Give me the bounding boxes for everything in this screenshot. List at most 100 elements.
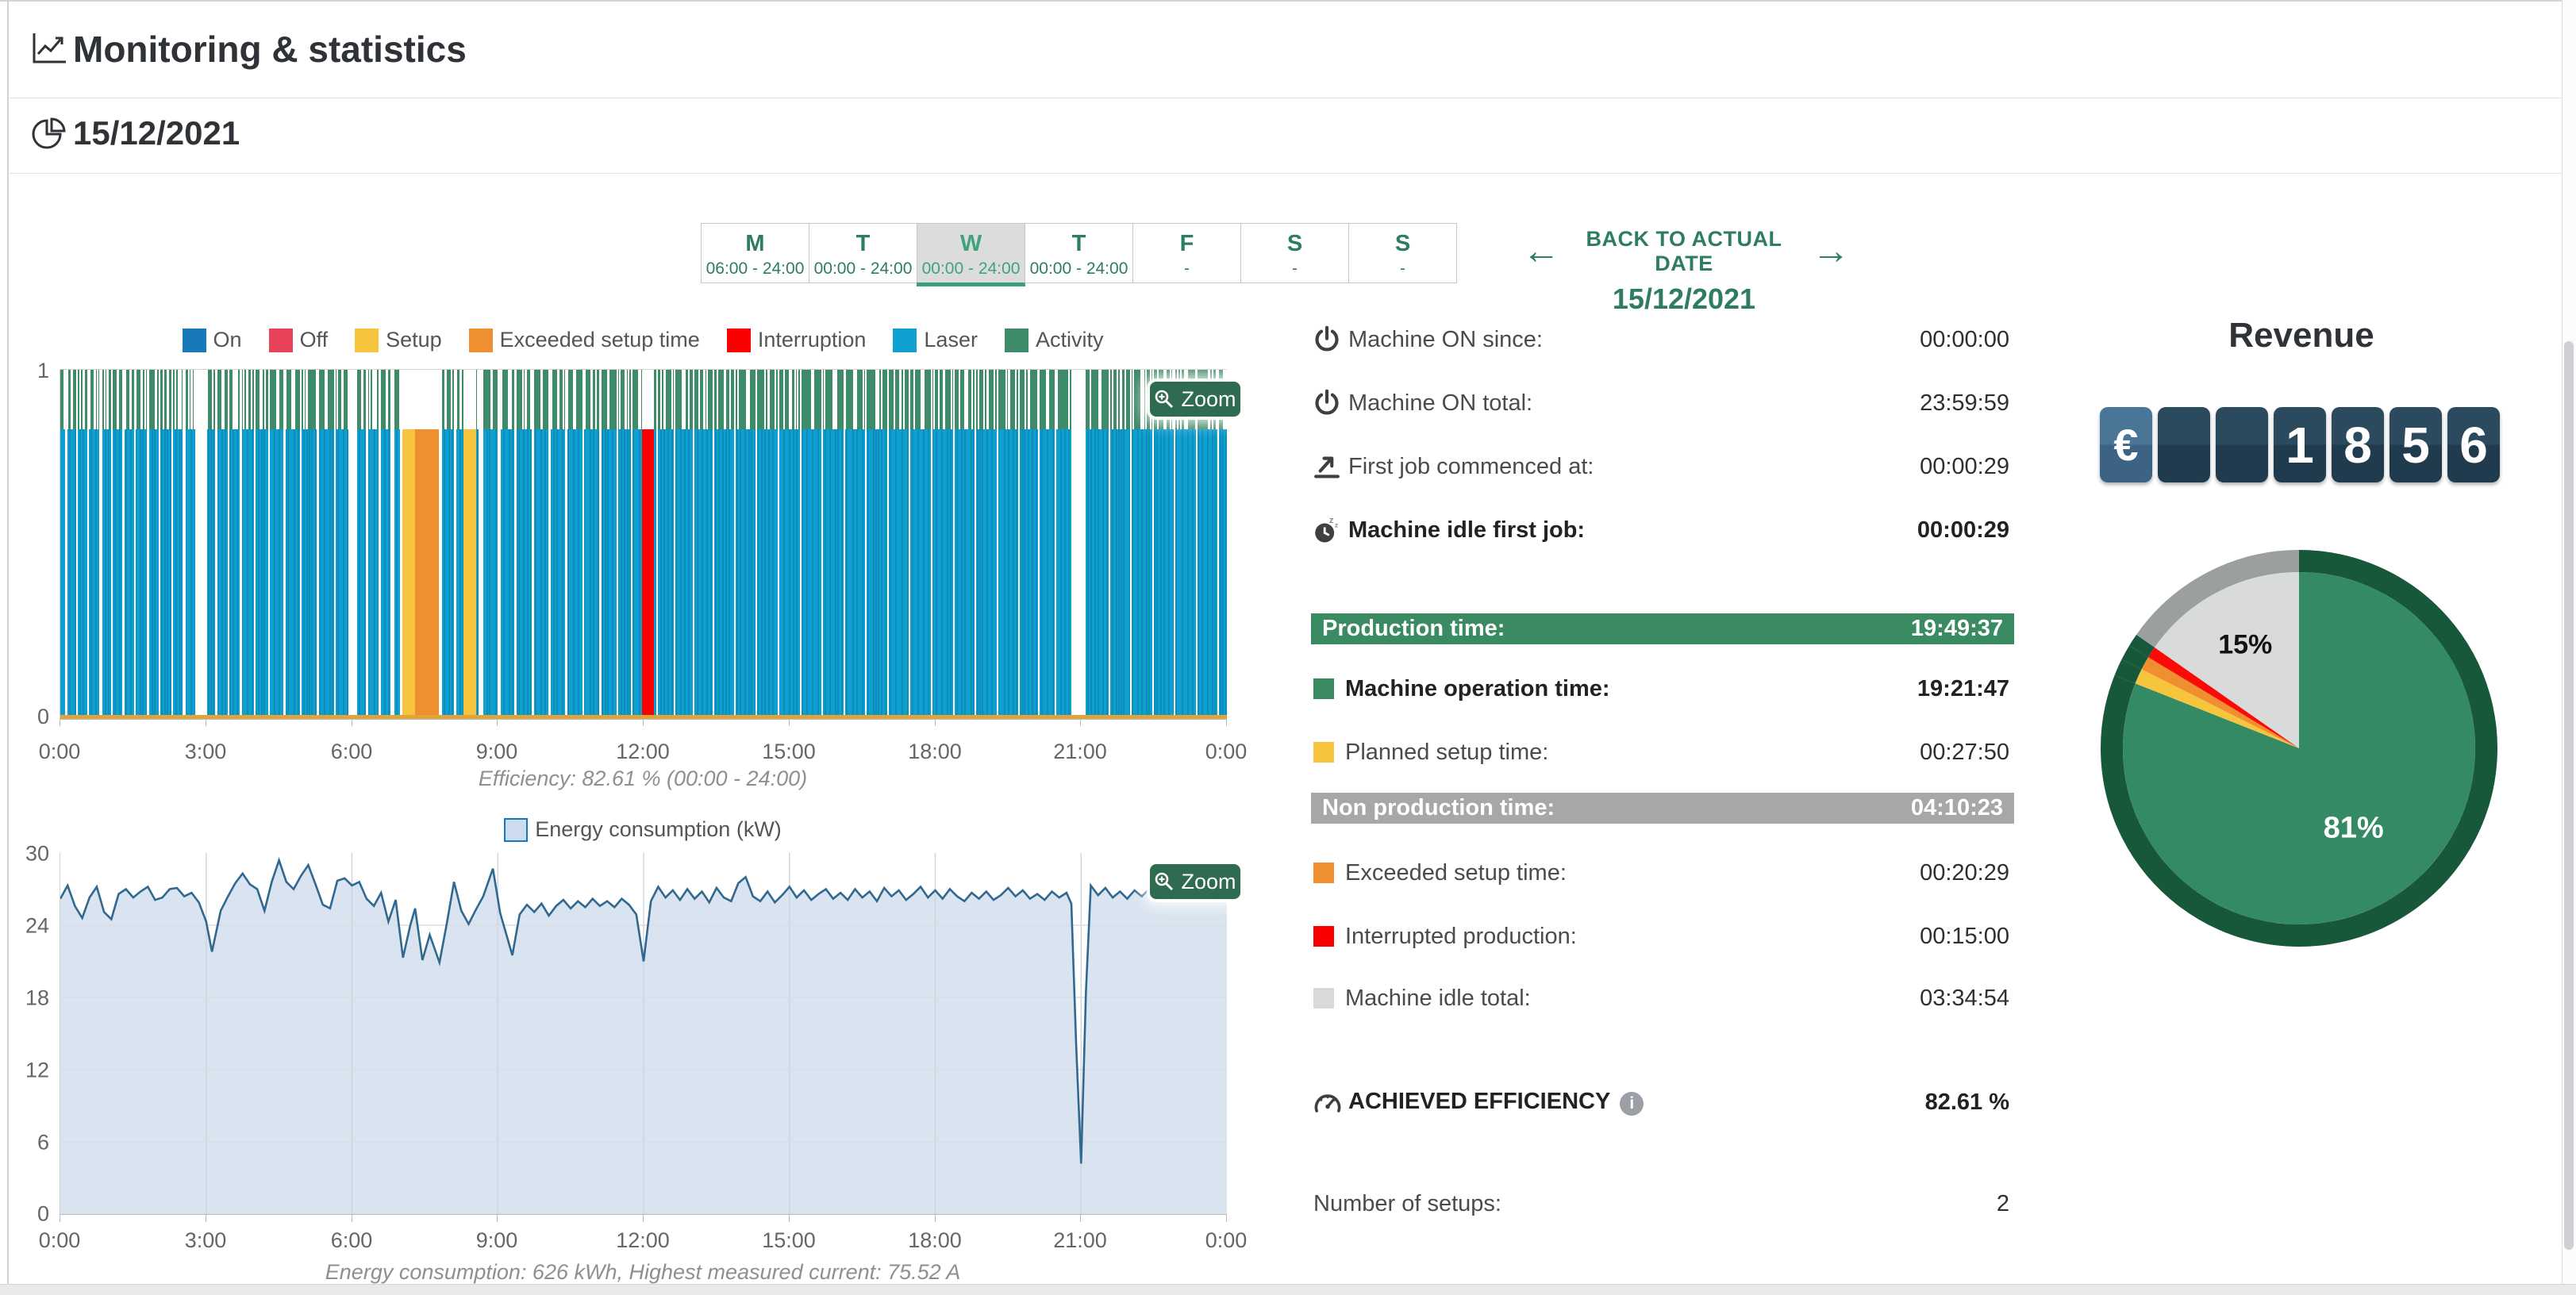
- timeline-segment: [178, 370, 180, 429]
- timeline-segment: [789, 429, 790, 715]
- timeline-segment: [188, 370, 190, 429]
- timeline-segment: [656, 370, 658, 715]
- info-icon[interactable]: i: [1620, 1092, 1644, 1116]
- legend-item-laser: Laser: [893, 328, 978, 352]
- timeline-segment: [1154, 429, 1155, 715]
- legend-label: Laser: [924, 328, 978, 352]
- timeline-segment: [60, 715, 1227, 719]
- next-day-arrow[interactable]: →: [1812, 232, 1850, 271]
- timeline-segment: [1117, 370, 1118, 429]
- stat-value: 00:00:29: [1920, 454, 2009, 480]
- day-tab-tuesday[interactable]: T00:00 - 24:00: [809, 223, 917, 283]
- timeline-segment: [119, 429, 121, 715]
- energy-caption: Energy consumption: 626 kWh, Highest mea…: [60, 1260, 1226, 1285]
- timeline-segment: [697, 429, 698, 715]
- stat-interrupted-production: Interrupted production: 00:15:00: [1313, 920, 2009, 953]
- day-letter: T: [1025, 231, 1132, 257]
- timeline-segment: [751, 429, 752, 715]
- timeline-segment: [1064, 429, 1066, 715]
- timeline-segment: [140, 370, 143, 429]
- day-tab-thursday[interactable]: T00:00 - 24:00: [1025, 223, 1133, 283]
- day-tab-sunday[interactable]: S-: [1348, 223, 1457, 283]
- timeline-segment: [479, 370, 483, 715]
- timeline-segment: [852, 429, 854, 715]
- svg-text:z: z: [1335, 521, 1338, 528]
- timeline-segment: [1112, 429, 1113, 715]
- day-tab-friday[interactable]: F-: [1132, 223, 1241, 283]
- energy-consumption-chart[interactable]: [60, 853, 1227, 1215]
- timeline-segment: [315, 429, 317, 715]
- interruption-swatch: [727, 329, 751, 352]
- timeline-segment: [734, 370, 736, 715]
- stat-value: 2: [1997, 1191, 2009, 1217]
- timeline-segment: [1028, 429, 1029, 715]
- timeline-segment: [129, 370, 132, 429]
- timeline-segment: [190, 370, 193, 429]
- timeline-zoom-button[interactable]: Zoom: [1150, 382, 1240, 417]
- timeline-segment: [562, 429, 563, 715]
- stat-exceeded-setup-time: Exceeded setup time: 00:20:29: [1313, 856, 2009, 890]
- day-tab-monday[interactable]: M06:00 - 24:00: [701, 223, 809, 283]
- timeline-segment: [329, 429, 331, 715]
- timeline-segment: [956, 429, 958, 715]
- x-tick: 6:00: [331, 740, 373, 764]
- operation-swatch: [1313, 678, 1334, 699]
- stat-label: Number of setups:: [1313, 1191, 1997, 1217]
- timeline-segment: [961, 429, 963, 715]
- timeline-segment: [164, 429, 166, 715]
- timeline-segment: [444, 429, 445, 715]
- timeline-segment: [1024, 429, 1025, 715]
- timeline-segment: [366, 370, 369, 715]
- timeline-segment: [951, 370, 952, 429]
- x-tick: 0:00: [1205, 1228, 1248, 1253]
- day-tab-saturday[interactable]: S-: [1240, 223, 1349, 283]
- timeline-segment: [632, 429, 634, 715]
- svg-text:z: z: [1329, 516, 1334, 525]
- timeline-segment: [1141, 429, 1143, 715]
- timeline-segment: [724, 370, 726, 429]
- day-tab-wednesday[interactable]: W00:00 - 24:00: [917, 223, 1025, 283]
- timeline-segment: [540, 429, 542, 715]
- back-to-actual-date[interactable]: BACK TO ACTUAL DATE 15/12/2021: [1565, 227, 1803, 316]
- legend-label: Setup: [386, 328, 442, 352]
- timeline-segment: [384, 429, 386, 715]
- timeline-segment: [1123, 429, 1125, 715]
- timeline-segment: [1225, 429, 1227, 715]
- timeline-segment: [590, 370, 593, 429]
- timeline-segment: [106, 370, 109, 429]
- previous-day-arrow[interactable]: ←: [1522, 232, 1560, 271]
- actual-date: 15/12/2021: [1565, 282, 1803, 316]
- stat-label: Machine ON since:: [1348, 327, 1920, 353]
- timeline-segment: [535, 429, 536, 715]
- timeline-segment: [1055, 370, 1056, 715]
- timeline-segment: [1160, 429, 1162, 715]
- timeline-segment: [800, 370, 802, 715]
- timeline-segment: [947, 429, 948, 715]
- x-tick: 9:00: [476, 1228, 518, 1253]
- revenue-counter: € 1 8 5 6: [2100, 407, 2500, 482]
- timeline-segment: [175, 370, 176, 429]
- timeline-segment: [899, 370, 902, 429]
- timeline-segment: [1090, 370, 1091, 429]
- timeline-segment: [1041, 429, 1043, 715]
- vertical-scrollbar-thumb[interactable]: [2564, 341, 2574, 1250]
- timeline-segment: [713, 370, 714, 715]
- timeline-segment: [1071, 370, 1086, 715]
- machine-state-timeline-chart[interactable]: [60, 369, 1227, 720]
- timeline-segment: [783, 429, 785, 715]
- timeline-segment: [997, 370, 998, 715]
- energy-zoom-button[interactable]: Zoom: [1150, 864, 1240, 899]
- timeline-segment: [943, 370, 945, 429]
- timeline-segment: [212, 370, 213, 429]
- timeline-segment: [986, 370, 989, 429]
- horizontal-scrollbar-track[interactable]: [0, 1284, 2576, 1295]
- x-tickmark: [1226, 719, 1227, 726]
- timeline-segment: [1008, 429, 1009, 715]
- timeline-segment: [94, 370, 96, 429]
- timeline-segment: [1212, 429, 1213, 715]
- timeline-segment: [294, 370, 295, 429]
- timeline-segment: [607, 370, 609, 429]
- timeline-segment: [1192, 429, 1194, 715]
- timeline-segment: [171, 370, 173, 715]
- timeline-segment: [778, 370, 779, 715]
